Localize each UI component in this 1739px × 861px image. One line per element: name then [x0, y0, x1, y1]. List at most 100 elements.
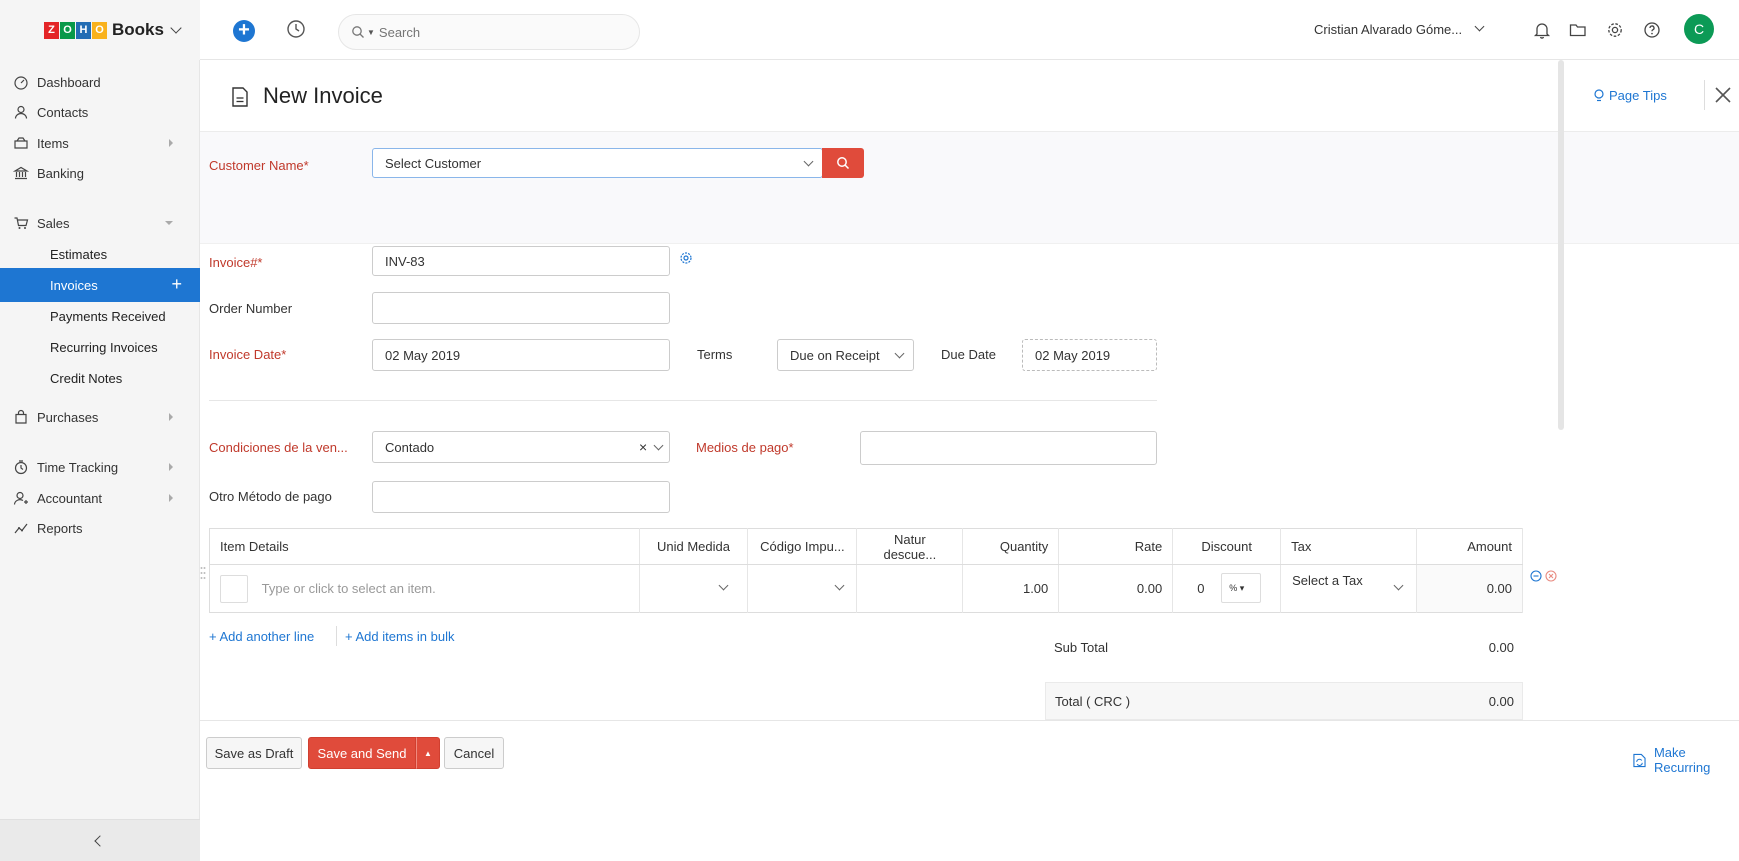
chevron-down-icon [653, 440, 664, 451]
drag-handle-icon[interactable] [200, 565, 206, 585]
chevron-down-icon[interactable] [1474, 21, 1485, 32]
medios-pago-input[interactable] [860, 431, 1157, 465]
natur-descuento-cell[interactable] [856, 564, 964, 613]
terms-label: Terms [697, 347, 733, 362]
chevron-down-icon [170, 21, 182, 34]
due-date-input[interactable]: 02 May 2019 [1022, 339, 1157, 371]
sidebar-item-items[interactable]: Items [0, 128, 200, 158]
condiciones-select[interactable]: Contado × [372, 431, 670, 463]
chevron-right-icon [169, 139, 173, 147]
discount-cell[interactable]: 0 % ▾ [1172, 564, 1282, 613]
sidebar-subitem-recurring-invoices[interactable]: Recurring Invoices [0, 330, 200, 364]
make-recurring-link[interactable]: Make Recurring [1633, 745, 1739, 775]
quantity-cell[interactable]: 1.00 [962, 564, 1060, 613]
item-placeholder: Type or click to select an item. [261, 581, 436, 596]
total-label: Total ( CRC ) [1055, 694, 1131, 709]
brand-switcher[interactable]: Z O H O Books [0, 0, 200, 60]
cancel-button[interactable]: Cancel [444, 737, 504, 769]
due-date-label: Due Date [941, 347, 996, 362]
save-options-dropdown[interactable]: ▲ [416, 737, 440, 769]
col-tax: Tax [1280, 528, 1417, 565]
customer-select[interactable]: Select Customer [372, 148, 823, 178]
medios-pago-label: Medios de pago* [696, 440, 794, 455]
contacts-icon [14, 105, 28, 119]
save-as-draft-button[interactable]: Save as Draft [206, 737, 302, 769]
sidebar-subitem-estimates[interactable]: Estimates [0, 237, 200, 271]
banking-icon [13, 166, 29, 180]
sidebar-item-sales[interactable]: Sales [0, 208, 200, 238]
unid-medida-cell[interactable] [639, 564, 749, 613]
total-row: Total ( CRC ) 0.00 [1045, 682, 1523, 720]
search-input[interactable] [378, 24, 609, 40]
sidebar-item-time-tracking[interactable]: Time Tracking [0, 452, 200, 482]
header-divider [1704, 80, 1705, 110]
gear-icon[interactable] [679, 251, 693, 265]
sidebar-item-contacts[interactable]: Contacts [0, 97, 200, 127]
sidebar-item-banking[interactable]: Banking [0, 158, 200, 188]
folder-icon[interactable] [1568, 20, 1588, 40]
item-details-cell[interactable]: Type or click to select an item. [209, 564, 640, 613]
remove-row-icon[interactable] [1545, 570, 1557, 582]
sidebar-subitem-invoices[interactable]: Invoices + [0, 268, 200, 302]
subtotal-value: 0.00 [1488, 640, 1514, 655]
col-rate: Rate [1058, 528, 1174, 565]
caret-down-icon[interactable]: ▼ [367, 28, 375, 37]
footer-actions: Save as Draft Save and Send ▲ Cancel Mak… [200, 720, 1739, 861]
quick-create-button[interactable]: + [233, 20, 255, 42]
rate-cell[interactable]: 0.00 [1058, 564, 1174, 613]
scrollbar[interactable] [1558, 60, 1564, 430]
search-icon [837, 157, 850, 170]
chevron-down-icon [894, 348, 905, 359]
global-search[interactable]: ▼ [338, 14, 640, 50]
invoice-date-input[interactable]: 02 May 2019 [372, 339, 670, 371]
sidebar-item-dashboard[interactable]: Dashboard [0, 67, 200, 97]
help-icon[interactable] [1642, 20, 1662, 40]
chevron-right-icon [169, 413, 173, 421]
terms-select[interactable]: Due on Receipt [777, 339, 914, 371]
customer-search-button[interactable] [822, 148, 864, 178]
sidebar-item-accountant[interactable]: Accountant [0, 483, 200, 513]
otro-metodo-input[interactable] [372, 481, 670, 513]
otro-metodo-label: Otro Método de pago [209, 489, 332, 504]
close-icon[interactable] [1712, 84, 1734, 106]
save-and-send-button[interactable]: Save and Send [308, 737, 416, 769]
invoice-number-input[interactable]: INV-83 [372, 246, 670, 276]
tax-cell[interactable]: Select a Tax [1280, 564, 1417, 613]
sidebar-subitem-payments-received[interactable]: Payments Received [0, 299, 200, 333]
bell-icon[interactable] [1532, 20, 1552, 40]
history-icon[interactable] [285, 18, 307, 40]
chevron-left-icon [94, 834, 106, 847]
codigo-impuesto-cell[interactable] [747, 564, 858, 613]
sidebar-item-purchases[interactable]: Purchases [0, 402, 200, 432]
sidebar-subitem-label: Estimates [50, 246, 108, 262]
sidebar-item-label: Reports [37, 520, 83, 536]
add-another-line-link[interactable]: + Add another line [209, 629, 314, 644]
clear-icon[interactable]: × [639, 439, 647, 455]
sidebar-item-label: Contacts [37, 104, 89, 120]
col-item-details: Item Details [209, 528, 640, 565]
zoho-letter-o1: O [60, 21, 75, 39]
sidebar-item-reports[interactable]: Reports [0, 513, 200, 543]
organization-name[interactable]: Cristian Alvarado Góme... [1314, 22, 1462, 37]
condiciones-value: Contado [385, 439, 435, 455]
lightbulb-icon [1594, 89, 1604, 102]
collapse-sidebar-button[interactable] [0, 819, 200, 861]
sidebar-subitem-label: Payments Received [50, 308, 166, 324]
order-number-input[interactable] [372, 292, 670, 324]
add-items-in-bulk-link[interactable]: + Add items in bulk [345, 629, 454, 644]
sidebar-subitem-credit-notes[interactable]: Credit Notes [0, 361, 200, 395]
chevron-down-icon [834, 580, 845, 591]
page-tips-link[interactable]: Page Tips [1593, 88, 1667, 103]
discount-unit-select[interactable]: % ▾ [1221, 573, 1262, 603]
sidebar-item-label: Time Tracking [37, 459, 119, 475]
zoho-letter-h: H [76, 21, 91, 39]
sidebar-item-label: Dashboard [37, 74, 101, 90]
avatar[interactable]: C [1684, 14, 1714, 44]
col-amount: Amount [1416, 528, 1524, 565]
image-placeholder-icon[interactable] [220, 574, 248, 603]
gear-icon[interactable] [1605, 20, 1625, 40]
zoho-letter-z: Z [44, 21, 59, 39]
row-options-icon[interactable] [1530, 570, 1542, 582]
add-invoice-button[interactable]: + [171, 274, 182, 295]
reports-icon [14, 523, 28, 534]
